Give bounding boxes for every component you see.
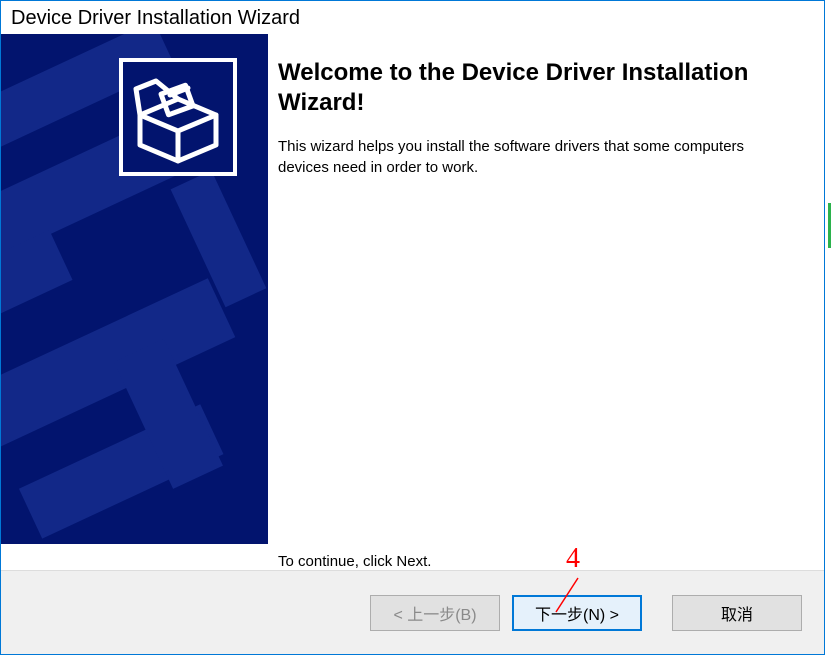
wizard-heading: Welcome to the Device Driver Installatio… — [278, 58, 796, 118]
wizard-banner — [1, 34, 268, 544]
continue-instruction: To continue, click Next. — [278, 553, 431, 570]
next-button[interactable]: 下一步(N) > — [512, 595, 642, 631]
cancel-button-label: 取消 — [721, 601, 753, 625]
window-title: Device Driver Installation Wizard — [11, 7, 300, 29]
back-button: < 上一步(B) — [370, 595, 500, 631]
wizard-content-panel: Welcome to the Device Driver Installatio… — [268, 34, 824, 570]
cancel-button[interactable]: 取消 — [672, 595, 802, 631]
title-bar: Device Driver Installation Wizard — [1, 1, 824, 34]
content-area: Welcome to the Device Driver Installatio… — [1, 34, 824, 570]
wizard-description: This wizard helps you install the softwa… — [278, 136, 796, 178]
next-button-label: 下一步(N) > — [535, 601, 619, 625]
back-button-label: < 上一步(B) — [393, 601, 476, 625]
wizard-window: Device Driver Installation Wizard — [0, 0, 825, 655]
device-box-icon — [119, 58, 237, 176]
button-bar: < 上一步(B) 下一步(N) > 取消 — [1, 570, 824, 654]
